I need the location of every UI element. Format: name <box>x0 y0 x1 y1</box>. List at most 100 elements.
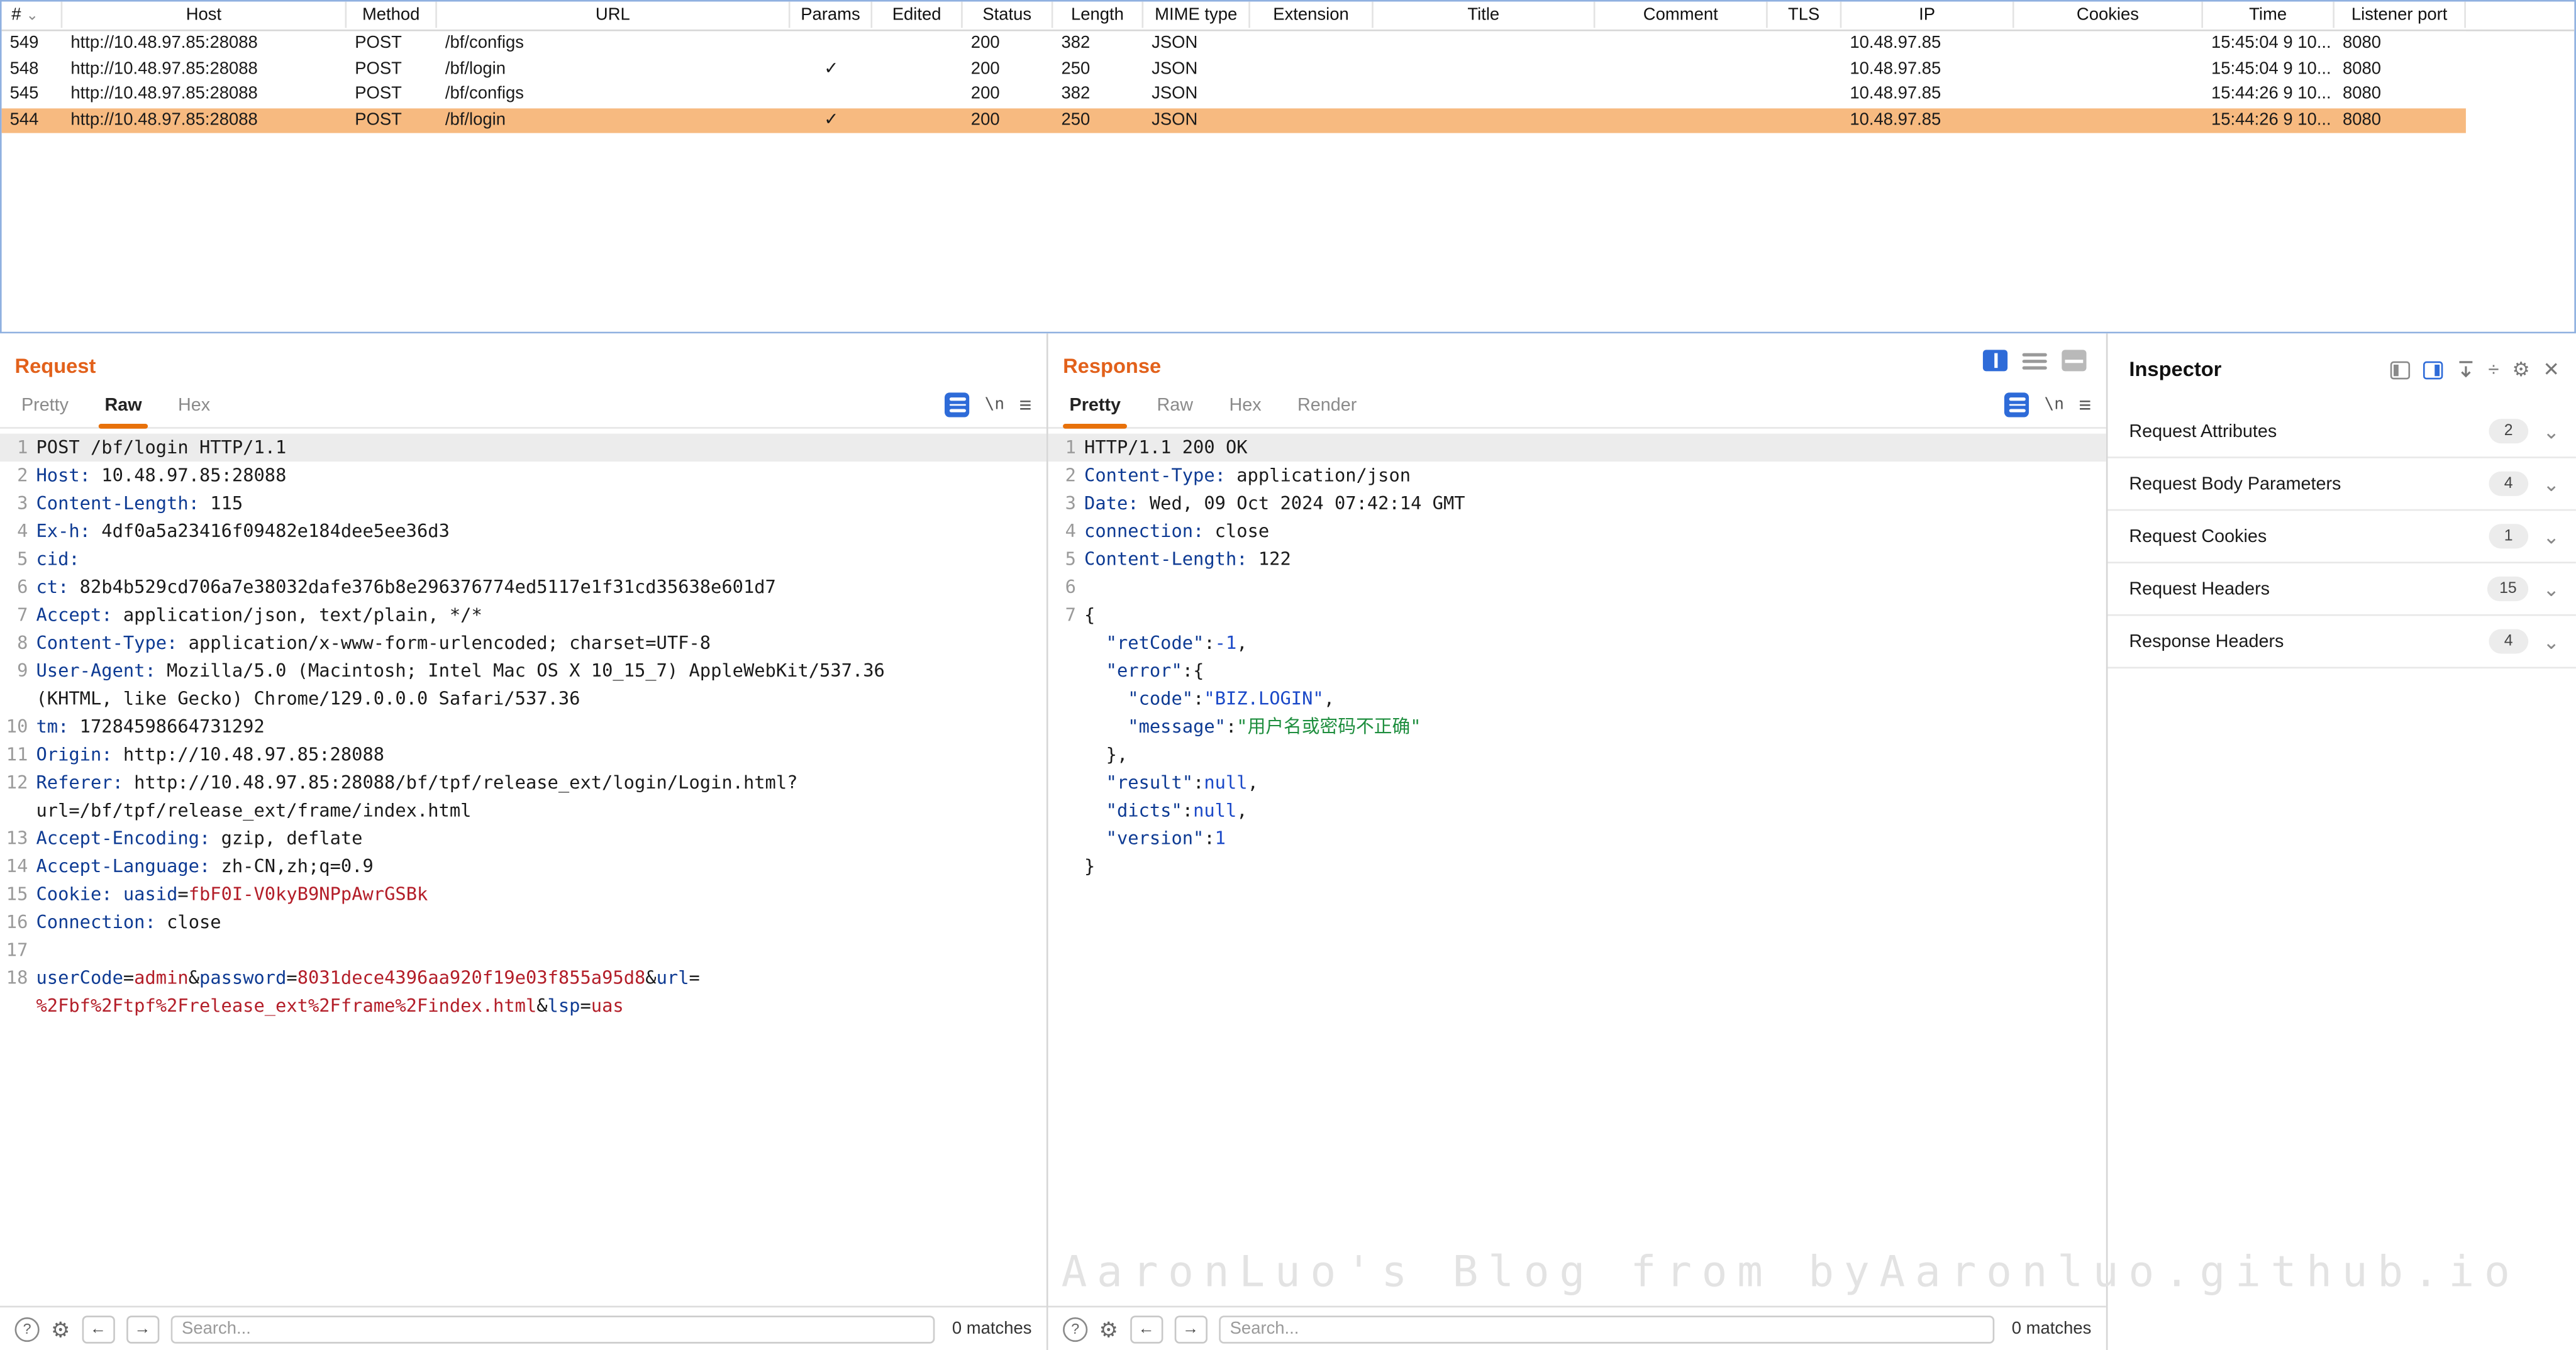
column-header-mime[interactable]: MIME type <box>1143 2 1250 28</box>
inspector-section-request-body-parameters[interactable]: Request Body Parameters4⌄ <box>2107 458 2575 511</box>
help-icon[interactable]: ? <box>15 1317 40 1341</box>
dock-left-icon[interactable] <box>2390 360 2409 379</box>
column-header-tls[interactable]: TLS <box>1768 2 1842 28</box>
cell-extension <box>1250 108 1374 133</box>
code-line: 7Accept: application/json, text/plain, *… <box>0 601 1046 629</box>
editor-menu-icon[interactable]: ≡ <box>2079 394 2091 416</box>
cell-url: /bf/configs <box>437 31 791 57</box>
response-tab-raw[interactable]: Raw <box>1139 387 1211 427</box>
column-header-edited[interactable]: Edited <box>872 2 963 28</box>
inspector-section-request-attributes[interactable]: Request Attributes2⌄ <box>2107 406 2575 458</box>
code-line: 9User-Agent: Mozilla/5.0 (Macintosh; Int… <box>0 657 1046 713</box>
history-row-548[interactable]: 548http://10.48.97.85:28088POST/bf/login… <box>2 57 2466 82</box>
history-row-545[interactable]: 545http://10.48.97.85:28088POST/bf/confi… <box>2 82 2466 108</box>
column-header-length[interactable]: Length <box>1053 2 1143 28</box>
inspector-section-response-headers[interactable]: Response Headers4⌄ <box>2107 616 2575 669</box>
wrap-text-icon[interactable] <box>2005 392 2029 417</box>
response-search-bar: ? ⚙ ← → 0 matches <box>1048 1306 2106 1350</box>
section-label: Request Attributes <box>2129 421 2277 441</box>
layout-split-icon[interactable] <box>2062 350 2086 371</box>
cell-time: 15:44:26 9 10... <box>2203 108 2334 133</box>
code-line: 11Origin: http://10.48.97.85:28088 <box>0 741 1046 768</box>
request-panel: Request PrettyRawHex \n ≡ 1POST /bf/logi… <box>0 333 1046 1350</box>
cell-comment <box>1595 108 1767 133</box>
response-panel-title: Response <box>1063 355 2106 379</box>
column-header-cookies[interactable]: Cookies <box>2014 2 2203 28</box>
collapse-all-icon[interactable] <box>2455 360 2475 379</box>
request-tab-hex[interactable]: Hex <box>160 387 228 427</box>
expand-collapse-icon[interactable]: ÷ <box>2488 360 2499 379</box>
column-header-extension[interactable]: Extension <box>1250 2 1374 28</box>
burp-http-history-screen: #⌄HostMethodURLParamsEditedStatusLengthM… <box>0 0 2576 1350</box>
response-search-input[interactable] <box>1218 1315 1994 1342</box>
cell-length: 382 <box>1053 31 1143 57</box>
cell-params: ✓ <box>790 108 872 133</box>
cell-cookies <box>2014 82 2203 108</box>
column-header-host[interactable]: Host <box>62 2 347 28</box>
inspector-section-request-headers[interactable]: Request Headers15⌄ <box>2107 563 2575 616</box>
gear-icon[interactable]: ⚙ <box>51 1318 70 1339</box>
response-tab-pretty[interactable]: Pretty <box>1052 387 1139 427</box>
gear-icon[interactable]: ⚙ <box>2512 360 2530 379</box>
column-header-params[interactable]: Params <box>790 2 872 28</box>
response-tab-hex[interactable]: Hex <box>1211 387 1280 427</box>
inspector-header: Inspector ÷ ⚙ ✕ <box>2107 333 2575 406</box>
request-raw-editor[interactable]: 1POST /bf/login HTTP/1.12Host: 10.48.97.… <box>0 429 1046 1306</box>
code-line: 10tm: 17284598664731292 <box>0 713 1046 741</box>
gear-icon[interactable]: ⚙ <box>1099 1318 1118 1339</box>
show-newlines-icon[interactable]: \n <box>2045 396 2064 414</box>
line-number: 10 <box>0 713 36 741</box>
layout-columns-icon[interactable] <box>1983 350 2007 371</box>
column-header-id[interactable]: #⌄ <box>2 2 63 28</box>
request-match-count: 0 matches <box>952 1319 1032 1339</box>
code-line: 15Cookie: uasid=fbF0I-V0kyB9NPpAwrGSBk <box>0 880 1046 908</box>
chevron-down-icon: ⌄ <box>2543 525 2560 548</box>
response-editor-icons: \n ≡ <box>2005 392 2092 417</box>
cell-length: 382 <box>1053 82 1143 108</box>
history-row-549[interactable]: 549http://10.48.97.85:28088POST/bf/confi… <box>2 31 2466 57</box>
line-number: 13 <box>0 824 36 852</box>
cell-url: /bf/login <box>437 108 791 133</box>
editor-menu-icon[interactable]: ≡ <box>1019 394 1032 416</box>
history-row-544[interactable]: 544http://10.48.97.85:28088POST/bf/login… <box>2 108 2466 133</box>
cell-extension <box>1250 31 1374 57</box>
layout-rows-icon[interactable] <box>2023 350 2047 371</box>
column-header-method[interactable]: Method <box>347 2 437 28</box>
code-line: 4connection: close <box>1048 517 2106 545</box>
column-header-listener[interactable]: Listener port <box>2334 2 2466 28</box>
prev-match-button[interactable]: ← <box>82 1315 114 1342</box>
code-line: 6 <box>1048 573 2106 601</box>
inspector-panel: Inspector ÷ ⚙ ✕ Request Attributes2⌄Requ… <box>2106 333 2576 1350</box>
column-header-comment[interactable]: Comment <box>1595 2 1767 28</box>
request-search-input[interactable] <box>170 1315 934 1342</box>
prev-match-button[interactable]: ← <box>1130 1315 1162 1342</box>
cell-length: 250 <box>1053 57 1143 82</box>
cell-method: POST <box>347 108 437 133</box>
wrap-text-icon[interactable] <box>945 392 970 417</box>
dock-right-icon[interactable] <box>2423 360 2442 379</box>
column-header-title[interactable]: Title <box>1374 2 1596 28</box>
response-pretty-viewer[interactable]: 1HTTP/1.1 200 OK2Content-Type: applicati… <box>1048 429 2106 1306</box>
line-number: 2 <box>0 462 36 489</box>
cell-extension <box>1250 82 1374 108</box>
cell-mime: JSON <box>1143 57 1250 82</box>
column-header-url[interactable]: URL <box>437 2 791 28</box>
request-tab-pretty[interactable]: Pretty <box>3 387 87 427</box>
column-header-status[interactable]: Status <box>963 2 1053 28</box>
request-tab-raw[interactable]: Raw <box>87 387 160 427</box>
line-number: 7 <box>0 601 36 629</box>
inspector-section-request-cookies[interactable]: Request Cookies1⌄ <box>2107 511 2575 563</box>
line-number: 8 <box>0 629 36 656</box>
cell-ip: 10.48.97.85 <box>1841 57 2014 82</box>
close-icon[interactable]: ✕ <box>2543 360 2560 379</box>
request-editor-icons: \n ≡ <box>945 392 1032 417</box>
column-header-ip[interactable]: IP <box>1841 2 2014 28</box>
show-newlines-icon[interactable]: \n <box>985 396 1004 414</box>
count-badge: 2 <box>2489 419 2528 443</box>
next-match-button[interactable]: → <box>1174 1315 1207 1342</box>
help-icon[interactable]: ? <box>1063 1317 1087 1341</box>
response-tab-render[interactable]: Render <box>1279 387 1375 427</box>
cell-comment <box>1595 31 1767 57</box>
next-match-button[interactable]: → <box>126 1315 158 1342</box>
column-header-time[interactable]: Time <box>2203 2 2334 28</box>
